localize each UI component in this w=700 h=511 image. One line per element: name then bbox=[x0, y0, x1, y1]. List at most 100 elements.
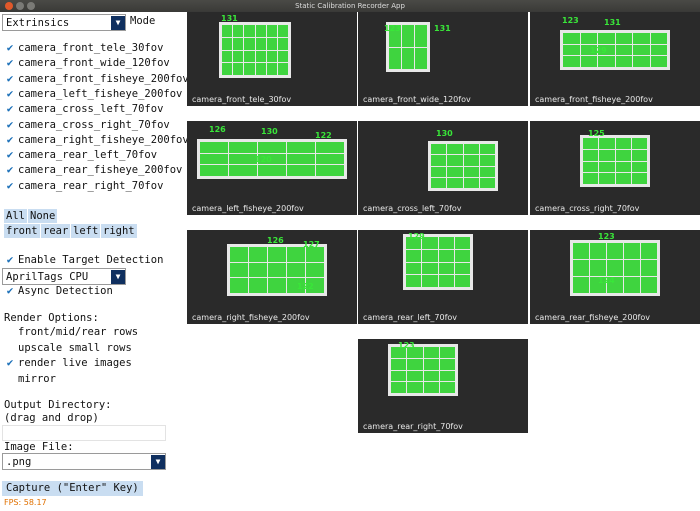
group-front-button[interactable]: front bbox=[4, 224, 40, 238]
enable-detection-checkbox[interactable]: ✔ Enable Target Detection bbox=[4, 253, 164, 267]
camera-checkbox[interactable]: ✔ camera_front_tele_30fov bbox=[4, 41, 164, 55]
check-icon: ✔ bbox=[6, 356, 14, 369]
camera-feed-label: camera_right_fisheye_200fov bbox=[192, 313, 310, 322]
camera-checkbox[interactable]: ✔ camera_rear_left_70fov bbox=[4, 148, 157, 162]
chevron-down-icon[interactable]: ▼ bbox=[111, 269, 125, 284]
apriltag bbox=[615, 173, 631, 184]
apriltag bbox=[406, 249, 422, 262]
detected-tag-id: 127 bbox=[303, 240, 320, 249]
camera-checkbox[interactable]: ✔ camera_front_fisheye_200fov bbox=[4, 72, 189, 86]
maximize-window-button[interactable] bbox=[27, 2, 35, 10]
mode-dropdown[interactable]: Extrinsics ▼ bbox=[2, 14, 126, 31]
apriltag bbox=[306, 262, 324, 278]
chevron-down-icon[interactable]: ▼ bbox=[151, 454, 165, 469]
apriltag bbox=[287, 142, 315, 153]
camera-checkbox[interactable]: ✔ camera_left_fisheye_200fov bbox=[4, 87, 183, 101]
render-option-checkbox[interactable]: ✔ render live images bbox=[4, 356, 132, 370]
apriltag bbox=[391, 382, 407, 393]
apriltag bbox=[563, 33, 580, 44]
detected-tag-id: 130 bbox=[261, 127, 278, 136]
output-directory-input[interactable] bbox=[2, 425, 166, 441]
camera-checkbox-label: camera_cross_left_70fov bbox=[18, 103, 164, 116]
apriltag bbox=[255, 50, 266, 63]
apriltag bbox=[287, 247, 305, 262]
detected-tag-id: 122 bbox=[297, 282, 314, 291]
apriltag bbox=[439, 382, 455, 393]
camera-feed[interactable]: 126 130 122 120 camera_left_fisheye_200fov bbox=[187, 121, 357, 215]
apriltag bbox=[258, 142, 286, 153]
apriltag bbox=[316, 165, 344, 176]
detected-tag-id: 130 bbox=[436, 129, 453, 138]
apriltag bbox=[590, 260, 606, 276]
apriltag bbox=[624, 260, 640, 276]
camera-checkbox-label: camera_rear_right_70fov bbox=[18, 179, 164, 192]
render-option-checkbox[interactable]: ✔mirror bbox=[4, 372, 56, 386]
apriltag bbox=[229, 165, 257, 176]
camera-feed[interactable]: 123 131 camera_front_wide_120fov bbox=[358, 12, 528, 106]
minimize-window-button[interactable] bbox=[16, 2, 24, 10]
camera-feed[interactable]: 123 131 129 camera_front_fisheye_200fov bbox=[530, 12, 700, 106]
image-format-value: .png bbox=[6, 455, 32, 468]
apriltag bbox=[573, 243, 589, 259]
apriltag bbox=[563, 56, 580, 67]
apriltag bbox=[447, 155, 463, 166]
detected-tag-id: 125 bbox=[588, 129, 605, 138]
image-format-dropdown[interactable]: .png ▼ bbox=[2, 453, 166, 470]
apriltag bbox=[439, 370, 455, 382]
apriltag bbox=[266, 25, 277, 37]
apriltag bbox=[233, 63, 244, 75]
render-option-checkbox[interactable]: ✔front/mid/rear rows bbox=[4, 325, 138, 339]
detector-dropdown-value: AprilTags CPU bbox=[6, 270, 89, 283]
camera-feed[interactable]: 130 camera_cross_left_70fov bbox=[358, 121, 528, 215]
camera-feed[interactable]: 129 camera_rear_left_70fov bbox=[358, 230, 528, 324]
check-icon: ✔ bbox=[4, 341, 16, 355]
apriltag bbox=[277, 50, 288, 63]
apriltag bbox=[407, 370, 423, 382]
apriltag bbox=[599, 161, 615, 173]
detector-dropdown[interactable]: AprilTags CPU ▼ bbox=[2, 268, 126, 285]
apriltag bbox=[422, 249, 438, 262]
async-detection-checkbox[interactable]: ✔ Async Detection bbox=[4, 284, 113, 298]
apriltag bbox=[447, 177, 463, 188]
camera-checkbox[interactable]: ✔ camera_cross_left_70fov bbox=[4, 102, 164, 116]
group-right-button[interactable]: right bbox=[101, 224, 137, 238]
apriltag bbox=[415, 25, 427, 47]
apriltag bbox=[583, 149, 599, 161]
select-none-button[interactable]: None bbox=[28, 209, 58, 223]
camera-checkbox[interactable]: ✔ camera_rear_fisheye_200fov bbox=[4, 163, 183, 177]
apriltag bbox=[447, 166, 463, 177]
capture-button[interactable]: Capture ("Enter" Key) bbox=[2, 481, 143, 496]
apriltag bbox=[200, 153, 228, 165]
calibration-target bbox=[403, 234, 473, 290]
camera-checkbox[interactable]: ✔ camera_rear_right_70fov bbox=[4, 179, 164, 193]
detected-tag-id: 131 bbox=[604, 18, 621, 27]
select-all-button[interactable]: All bbox=[4, 209, 27, 223]
camera-checkbox-label: camera_front_fisheye_200fov bbox=[18, 72, 189, 85]
camera-feed-label: camera_front_fisheye_200fov bbox=[535, 95, 653, 104]
camera-feed[interactable]: 123 camera_rear_right_70fov bbox=[358, 339, 528, 433]
group-rear-button[interactable]: rear bbox=[41, 224, 71, 238]
camera-feed[interactable]: 123 124 camera_rear_fisheye_200fov bbox=[530, 230, 700, 324]
group-left-button[interactable]: left bbox=[71, 224, 101, 238]
apriltag bbox=[431, 144, 447, 155]
apriltag bbox=[249, 247, 267, 262]
render-options-heading: Render Options: bbox=[4, 312, 99, 324]
camera-checkbox[interactable]: ✔ camera_right_fisheye_200fov bbox=[4, 133, 189, 147]
check-icon: ✔ bbox=[6, 56, 14, 70]
apriltag bbox=[391, 370, 407, 382]
apriltag bbox=[423, 370, 439, 382]
close-window-button[interactable] bbox=[5, 2, 13, 10]
camera-feed[interactable]: 125 camera_cross_right_70fov bbox=[530, 121, 700, 215]
render-option-checkbox[interactable]: ✔upscale small rows bbox=[4, 341, 132, 355]
apriltag bbox=[563, 44, 580, 56]
apriltag-grid bbox=[583, 138, 647, 184]
camera-checkbox-label: camera_cross_right_70fov bbox=[18, 118, 170, 131]
chevron-down-icon[interactable]: ▼ bbox=[111, 15, 125, 30]
camera-checkbox[interactable]: ✔ camera_front_wide_120fov bbox=[4, 56, 170, 70]
apriltag bbox=[590, 243, 606, 259]
apriltag bbox=[389, 47, 401, 69]
camera-feed[interactable]: 126 127 122 camera_right_fisheye_200fov bbox=[187, 230, 357, 324]
camera-checkbox[interactable]: ✔ camera_cross_right_70fov bbox=[4, 118, 170, 132]
camera-feed[interactable]: 131 camera_front_tele_30fov bbox=[187, 12, 357, 106]
check-icon: ✔ bbox=[4, 372, 16, 386]
